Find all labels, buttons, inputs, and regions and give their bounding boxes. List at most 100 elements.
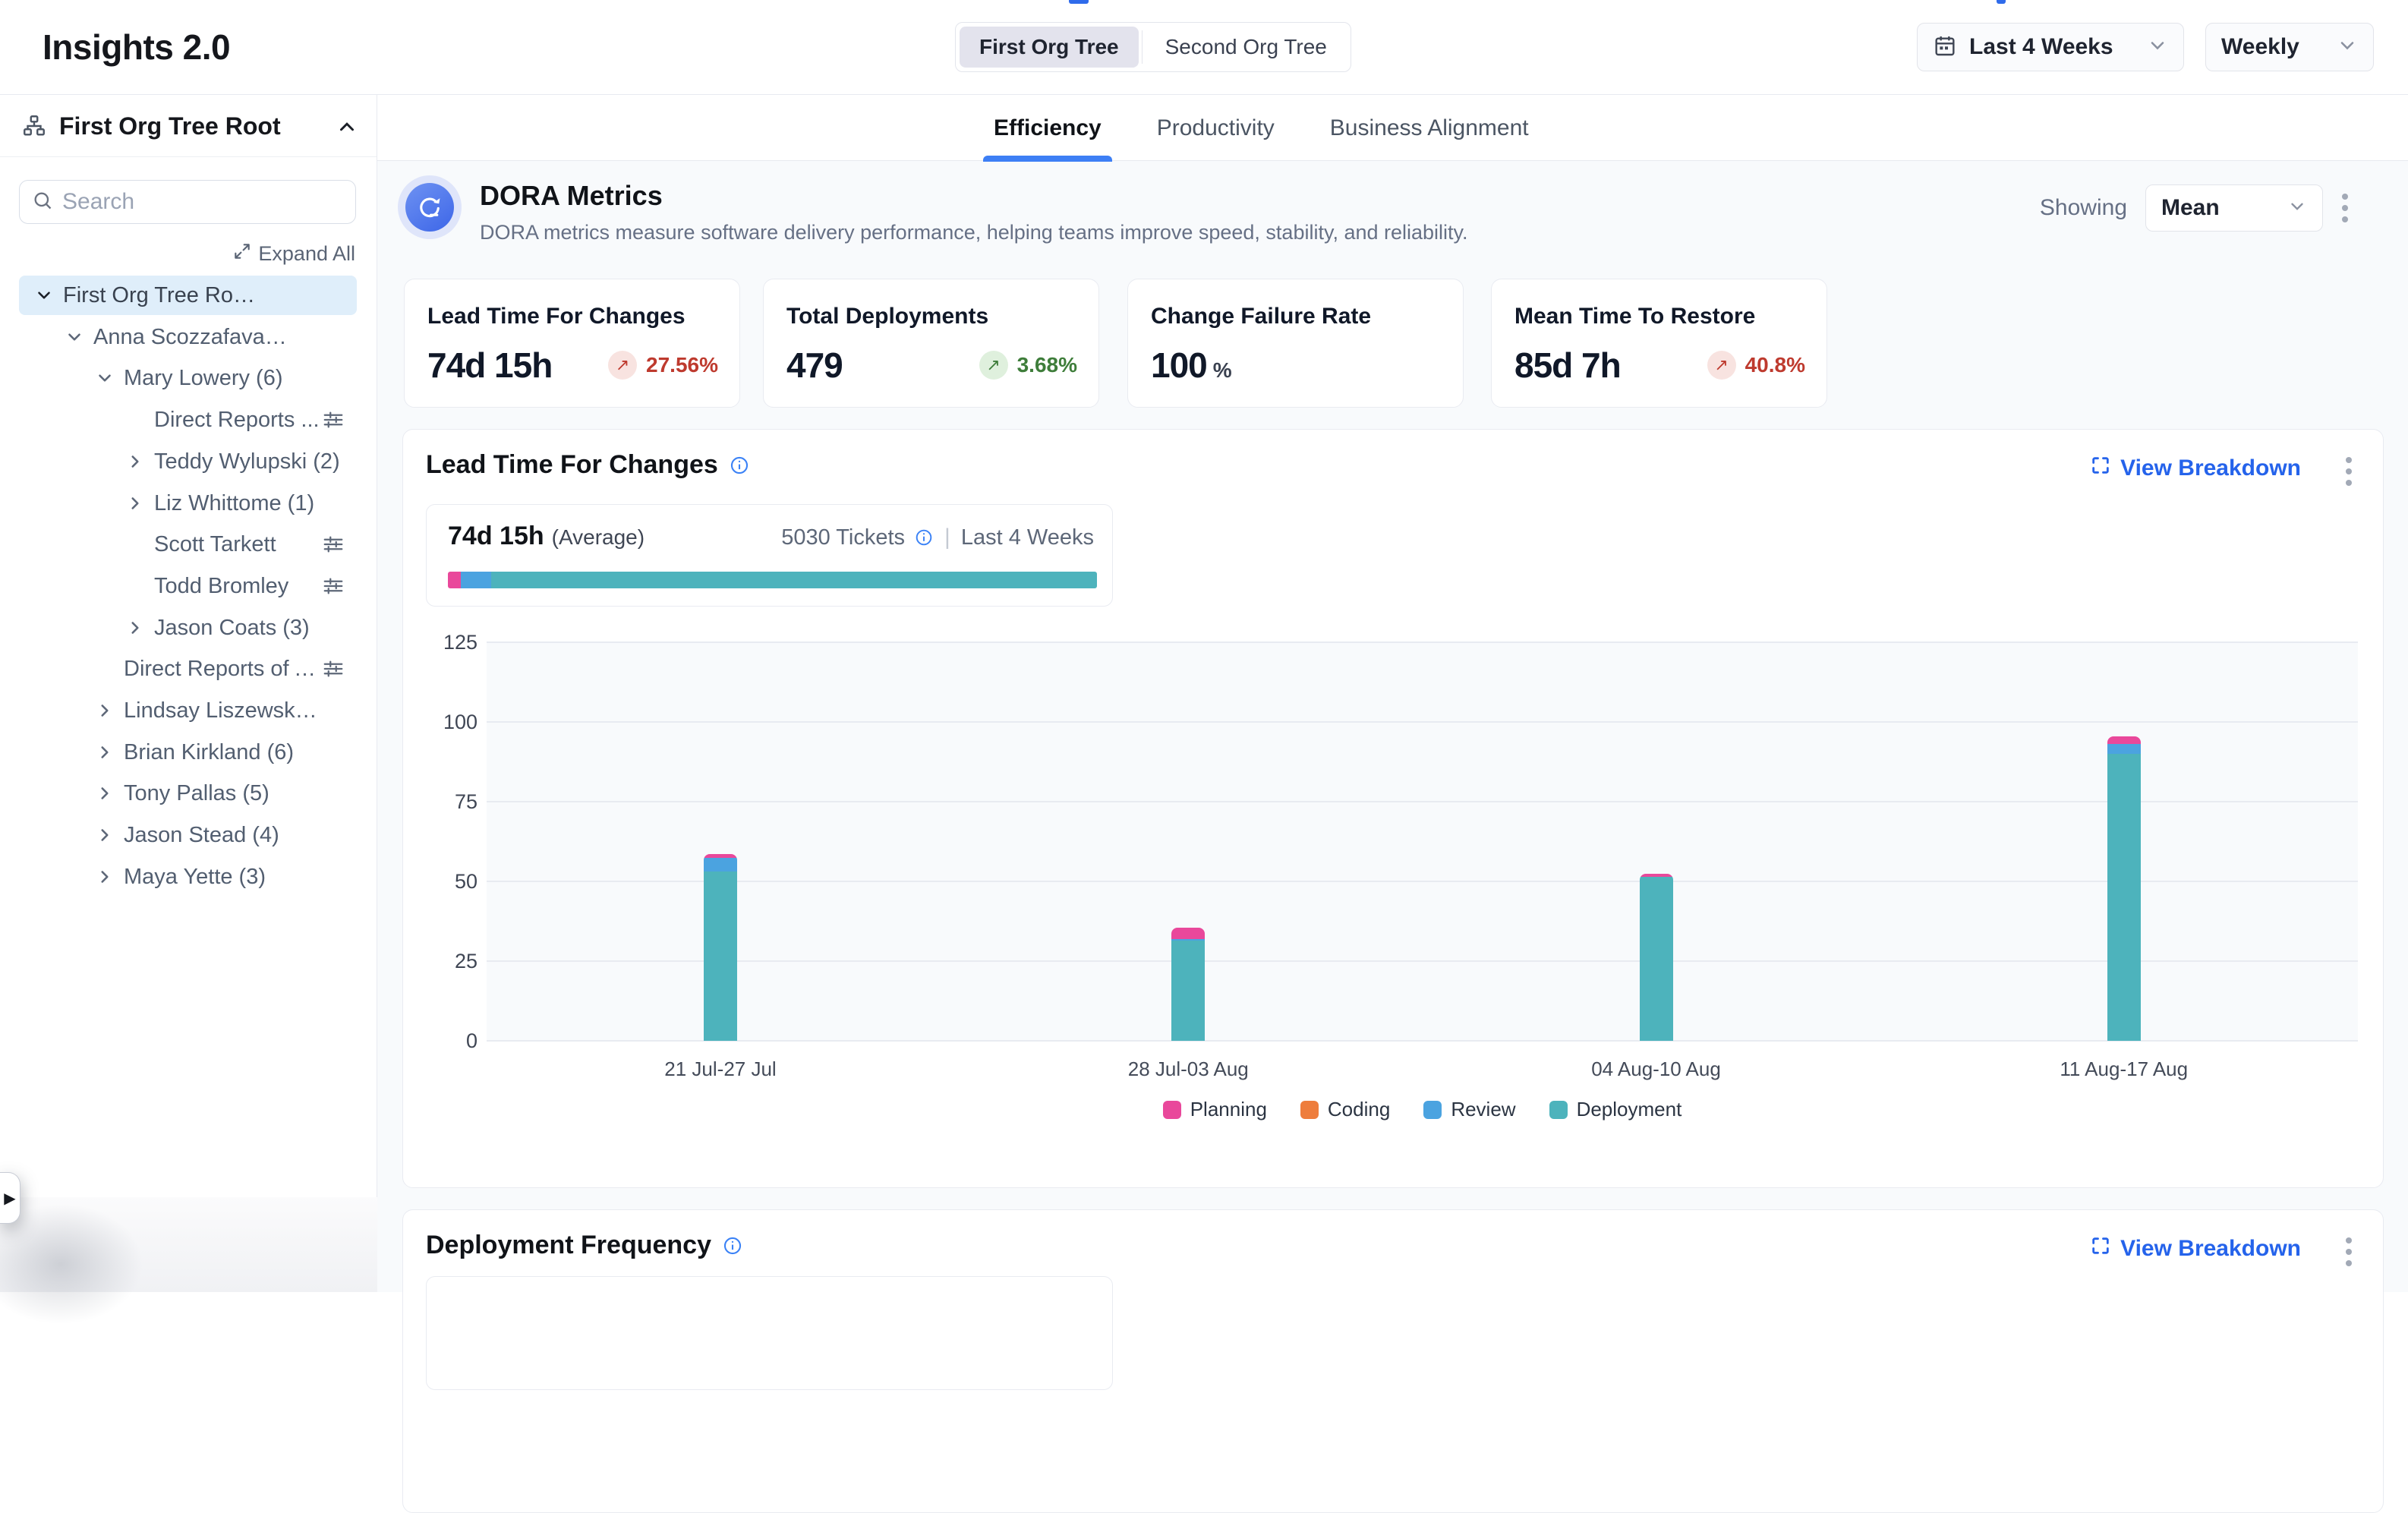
chart-legend: PlanningCodingReviewDeployment <box>487 1098 2358 1121</box>
main-area: Efficiency Productivity Business Alignment… <box>377 95 2408 1292</box>
tree-row-label: First Org Tree Root (1) <box>63 276 257 315</box>
tree-row[interactable]: Anna Scozzafava (7) <box>19 317 357 357</box>
chevron-down-icon[interactable] <box>34 285 54 311</box>
chevron-down-icon[interactable] <box>95 368 115 394</box>
bar-segment-deployment <box>1171 941 1205 1041</box>
metric-card-title: Lead Time For Changes <box>427 304 686 329</box>
filter-sliders-icon[interactable] <box>322 408 345 437</box>
tab-bar: Efficiency Productivity Business Alignment <box>377 95 2408 161</box>
shadow-blob <box>0 1180 175 1348</box>
mini-bar-segment-review <box>461 572 491 588</box>
chevron-right-icon[interactable] <box>95 701 115 727</box>
filter-sliders-icon[interactable] <box>322 533 345 562</box>
filter-sliders-icon[interactable] <box>322 657 345 686</box>
tree-row[interactable]: Todd Bromley <box>19 566 357 606</box>
tree-row[interactable]: Jason Coats (3) <box>19 608 357 648</box>
search-input[interactable] <box>62 189 313 215</box>
tree-row[interactable]: Direct Reports of A... <box>19 649 357 689</box>
x-tick-label: 28 Jul-03 Aug <box>954 1058 1422 1081</box>
dora-kebab-menu[interactable] <box>2341 194 2349 222</box>
legend-swatch <box>1423 1101 1442 1119</box>
tree-row[interactable]: Jason Stead (4) <box>19 815 357 855</box>
tree-row[interactable]: Mary Lowery (6) <box>19 358 357 398</box>
filter-sliders-icon[interactable] <box>322 575 345 604</box>
search-box[interactable] <box>19 180 356 224</box>
tab-efficiency[interactable]: Efficiency <box>983 95 1112 161</box>
chevron-right-icon[interactable] <box>95 867 115 893</box>
view-breakdown-button[interactable]: View Breakdown <box>2090 1235 2301 1262</box>
gridline <box>487 721 2358 723</box>
chevron-down-icon <box>2147 35 2168 60</box>
chevron-right-icon[interactable] <box>95 783 115 809</box>
granularity-value: Weekly <box>2221 34 2299 60</box>
expand-view-icon <box>2090 455 2111 482</box>
org-tree-toggle[interactable]: First Org TreeSecond Org Tree <box>955 22 1351 72</box>
tree-row[interactable]: Brian Kirkland (6) <box>19 733 357 772</box>
bar-segment-review <box>704 858 737 872</box>
gridline <box>487 801 2358 802</box>
phase-mini-bar <box>448 572 1097 588</box>
chevron-right-icon[interactable] <box>95 825 115 851</box>
chart-bar[interactable] <box>1640 874 1673 1042</box>
org-tree-option[interactable]: Second Org Tree <box>1146 27 1347 68</box>
expand-all-label: Expand All <box>258 242 355 266</box>
metric-card: Lead Time For Changes74d 15h↗27.56% <box>404 279 740 408</box>
search-icon <box>32 190 53 215</box>
lead-time-kebab-menu[interactable] <box>2345 457 2353 486</box>
date-range-select[interactable]: Last 4 Weeks <box>1917 23 2184 71</box>
chevron-down-icon[interactable] <box>65 327 84 353</box>
tree-row[interactable]: Maya Yette (3) <box>19 857 357 897</box>
chart-bar[interactable] <box>1171 928 1205 1041</box>
metric-card: Mean Time To Restore85d 7h↗40.8% <box>1491 279 1827 408</box>
chevron-right-icon[interactable] <box>125 452 145 478</box>
chevron-right-icon[interactable] <box>125 618 145 644</box>
tab-productivity[interactable]: Productivity <box>1146 95 1285 161</box>
chevron-right-icon[interactable] <box>95 742 115 768</box>
trend-arrow-icon: ↗ <box>608 351 637 380</box>
tree-row[interactable]: Tony Pallas (5) <box>19 774 357 813</box>
tree-row[interactable]: Lindsay Liszewski (8) <box>19 691 357 730</box>
chevron-right-icon[interactable] <box>125 493 145 519</box>
tab-business-alignment[interactable]: Business Alignment <box>1319 95 1540 161</box>
tree-row[interactable]: Teddy Wylupski (2) <box>19 442 357 481</box>
x-tick-label: 04 Aug-10 Aug <box>1423 1058 1890 1081</box>
tree-row[interactable]: First Org Tree Root (1) <box>19 276 357 315</box>
metric-card-value: 85d 7h <box>1514 345 1621 386</box>
metric-card-value: 479 <box>786 345 843 386</box>
mini-bar-segment-deployment <box>491 572 1097 588</box>
tree-row-label: Mary Lowery (6) <box>124 358 283 398</box>
metric-card-title: Change Failure Rate <box>1151 304 1371 329</box>
legend-label: Planning <box>1190 1098 1267 1121</box>
chart-bar[interactable] <box>704 854 737 1041</box>
info-icon[interactable] <box>914 528 934 547</box>
metric-card-title: Total Deployments <box>786 304 988 329</box>
granularity-select[interactable]: Weekly <box>2205 23 2374 71</box>
info-icon[interactable] <box>729 455 750 476</box>
legend-label: Deployment <box>1577 1098 1682 1121</box>
tree-row[interactable]: Scott Tarkett <box>19 525 357 564</box>
expand-view-icon <box>2090 1235 2111 1262</box>
legend-item-planning: Planning <box>1163 1098 1267 1121</box>
view-breakdown-button[interactable]: View Breakdown <box>2090 455 2301 482</box>
tree-row[interactable]: Liz Whittome (1) <box>19 484 357 523</box>
toggle-divider <box>1142 30 1143 64</box>
expand-all-button[interactable]: Expand All <box>232 241 355 266</box>
deployment-kebab-menu[interactable] <box>2345 1237 2353 1266</box>
deployment-frequency-card: Deployment Frequency View Breakdown <box>402 1209 2384 1513</box>
view-breakdown-label: View Breakdown <box>2120 455 2301 481</box>
tree-row[interactable]: Direct Reports ... <box>19 400 357 440</box>
dora-cycle-icon <box>405 183 454 232</box>
showing-select[interactable]: Mean <box>2145 184 2323 232</box>
dora-header: DORA Metrics DORA metrics measure softwa… <box>402 178 2376 247</box>
tree-row-label: Liz Whittome (1) <box>154 484 314 523</box>
chevron-down-icon <box>2287 197 2307 220</box>
expand-all-icon <box>232 241 252 266</box>
bar-segment-planning <box>2107 736 2141 745</box>
collapse-sidebar-chevron-icon[interactable] <box>336 115 358 142</box>
org-tree-option[interactable]: First Org Tree <box>960 27 1139 68</box>
y-tick-label: 75 <box>409 790 478 814</box>
tree-row-label: Tony Pallas (5) <box>124 774 269 813</box>
info-icon[interactable] <box>722 1235 743 1256</box>
panel-collapse-handle[interactable]: ▶ <box>0 1172 20 1224</box>
chart-bar[interactable] <box>2107 736 2141 1041</box>
